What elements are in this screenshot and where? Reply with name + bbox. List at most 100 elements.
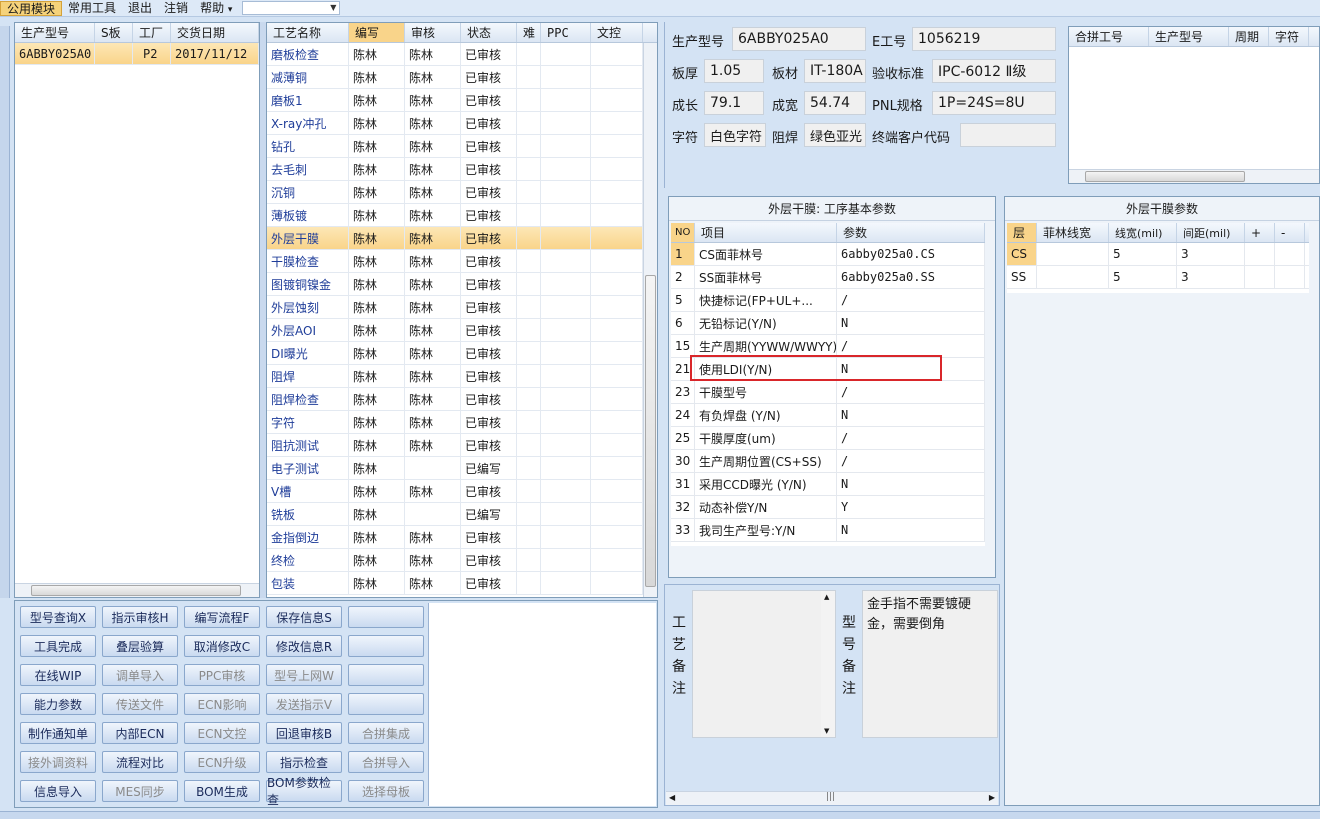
- col-header-no[interactable]: NO: [671, 223, 695, 242]
- action-button[interactable]: 取消修改C: [184, 635, 260, 657]
- menu-public-module[interactable]: 公用模块: [0, 0, 63, 16]
- col-header-process[interactable]: 工艺名称: [267, 23, 349, 42]
- table-row[interactable]: 薄板镀 陈林 陈林 已审核: [267, 204, 657, 227]
- process-note-textarea[interactable]: ▲ ▼: [692, 590, 836, 738]
- col-header-difficulty[interactable]: 难: [517, 23, 541, 42]
- col-header-plus[interactable]: +: [1245, 223, 1275, 242]
- vertical-scrollbar[interactable]: ▲ ▼: [821, 591, 835, 737]
- action-button[interactable]: PPC审核: [184, 664, 260, 686]
- field-acceptance-std[interactable]: IPC-6012 Ⅱ级: [932, 59, 1056, 83]
- menu-exit[interactable]: 退出: [122, 1, 158, 16]
- table-row[interactable]: CS 5 3: [1007, 243, 1309, 266]
- field-e-no[interactable]: 1056219: [912, 27, 1056, 51]
- menu-common-tools[interactable]: 常用工具: [62, 1, 122, 16]
- field-thickness[interactable]: 1.05: [704, 59, 764, 83]
- table-row[interactable]: 阻抗测试 陈林 陈林 已审核: [267, 434, 657, 457]
- action-button[interactable]: 接外调资料: [20, 751, 96, 773]
- action-button[interactable]: 指示审核H: [102, 606, 178, 628]
- col-header-param[interactable]: 参数: [837, 223, 985, 242]
- toolbar-combo[interactable]: ▼: [242, 1, 341, 15]
- action-button[interactable]: 能力参数: [20, 693, 96, 715]
- menu-logout[interactable]: 注销: [158, 1, 194, 16]
- table-row[interactable]: 32 动态补偿Y/N Y: [671, 496, 985, 519]
- table-row[interactable]: 外层干膜 陈林 陈林 已审核: [267, 227, 657, 250]
- action-button[interactable]: 选择母板: [348, 780, 424, 802]
- horizontal-scrollbar[interactable]: [15, 583, 259, 597]
- table-row[interactable]: 2 SS面菲林号 6abby025a0.SS: [671, 266, 985, 289]
- action-button[interactable]: 传送文件: [102, 693, 178, 715]
- action-button[interactable]: 回退审核B: [266, 722, 342, 744]
- action-button[interactable]: 编写流程F: [184, 606, 260, 628]
- action-button[interactable]: 调单导入: [102, 664, 178, 686]
- table-row[interactable]: 铣板 陈林 已编写: [267, 503, 657, 526]
- scroll-thumb[interactable]: [645, 275, 656, 587]
- col-header-merge-no[interactable]: 合拼工号: [1069, 27, 1149, 46]
- table-row[interactable]: SS 5 3: [1007, 266, 1309, 289]
- col-header-minus[interactable]: -: [1275, 223, 1305, 242]
- table-row[interactable]: 30 生产周期位置(CS+SS) /: [671, 450, 985, 473]
- table-row[interactable]: 25 干膜厚度(um) /: [671, 427, 985, 450]
- table-row[interactable]: 6 无铅标记(Y/N) N: [671, 312, 985, 335]
- action-button[interactable]: [348, 635, 424, 657]
- col-header-linewidth[interactable]: 线宽(mil): [1109, 223, 1177, 242]
- table-row[interactable]: 字符 陈林 陈林 已审核: [267, 411, 657, 434]
- field-solder-mask[interactable]: 绿色亚光: [804, 123, 866, 147]
- action-button[interactable]: BOM参数检查: [266, 776, 342, 807]
- action-button[interactable]: ECN升级: [184, 751, 260, 773]
- table-row[interactable]: 电子测试 陈林 已编写: [267, 457, 657, 480]
- model-note-textarea[interactable]: 金手指不需要镀硬金，需要倒角: [862, 590, 998, 738]
- action-button[interactable]: 型号上网W: [266, 664, 342, 686]
- col-header-s-board[interactable]: S板: [95, 23, 133, 42]
- action-button[interactable]: [348, 693, 424, 715]
- action-button[interactable]: 信息导入: [20, 780, 96, 802]
- table-row[interactable]: 金指倒边 陈林 陈林 已审核: [267, 526, 657, 549]
- col-header-layer[interactable]: 层: [1007, 223, 1037, 242]
- action-button[interactable]: 流程对比: [102, 751, 178, 773]
- action-button[interactable]: [348, 606, 424, 628]
- action-button[interactable]: MES同步: [102, 780, 178, 802]
- table-row[interactable]: 23 干膜型号 /: [671, 381, 985, 404]
- action-button[interactable]: 内部ECN: [102, 722, 178, 744]
- col-header-period[interactable]: 周期: [1229, 27, 1269, 46]
- action-button[interactable]: 在线WIP: [20, 664, 96, 686]
- action-button[interactable]: ECN文控: [184, 722, 260, 744]
- field-width[interactable]: 54.74: [804, 91, 866, 115]
- field-customer-code[interactable]: [960, 123, 1056, 147]
- table-row[interactable]: DI曝光 陈林 陈林 已审核: [267, 342, 657, 365]
- action-button[interactable]: 发送指示V: [266, 693, 342, 715]
- table-row[interactable]: 阻焊检查 陈林 陈林 已审核: [267, 388, 657, 411]
- action-button[interactable]: 保存信息S: [266, 606, 342, 628]
- scroll-thumb[interactable]: [1085, 171, 1245, 182]
- table-row[interactable]: V槽 陈林 陈林 已审核: [267, 480, 657, 503]
- action-button[interactable]: 型号查询X: [20, 606, 96, 628]
- col-header-merge-model[interactable]: 生产型号: [1149, 27, 1229, 46]
- col-header-ppc[interactable]: PPC: [541, 23, 591, 42]
- table-row[interactable]: 终检 陈林 陈林 已审核: [267, 549, 657, 572]
- action-button[interactable]: 合拼集成: [348, 722, 424, 744]
- action-button[interactable]: 修改信息R: [266, 635, 342, 657]
- col-header-char[interactable]: 字符: [1269, 27, 1309, 46]
- table-row[interactable]: 阻焊 陈林 陈林 已审核: [267, 365, 657, 388]
- col-header-model[interactable]: 生产型号: [15, 23, 95, 42]
- table-row[interactable]: 24 有负焊盘 (Y/N) N: [671, 404, 985, 427]
- table-row[interactable]: 磨板检查 陈林 陈林 已审核: [267, 43, 657, 66]
- col-header-status[interactable]: 状态: [461, 23, 517, 42]
- col-header-factory[interactable]: 工厂: [133, 23, 171, 42]
- action-button[interactable]: 叠层验算: [102, 635, 178, 657]
- table-row[interactable]: 33 我司生产型号:Y/N N: [671, 519, 985, 542]
- horizontal-scrollbar[interactable]: [1069, 169, 1319, 183]
- collapse-tab[interactable]: [0, 26, 10, 598]
- col-header-writer[interactable]: 编写: [349, 23, 405, 42]
- col-header-reviewer[interactable]: 审核: [405, 23, 461, 42]
- table-row[interactable]: 外层蚀刻 陈林 陈林 已审核: [267, 296, 657, 319]
- table-row[interactable]: 外层AOI 陈林 陈林 已审核: [267, 319, 657, 342]
- table-row[interactable]: 31 采用CCD曝光 (Y/N) N: [671, 473, 985, 496]
- col-header-delivery-date[interactable]: 交货日期: [171, 23, 259, 42]
- action-button[interactable]: 制作通知单: [20, 722, 96, 744]
- table-row[interactable]: 1 CS面菲林号 6abby025a0.CS: [671, 243, 985, 266]
- col-header-spacing[interactable]: 间距(mil): [1177, 223, 1245, 242]
- table-row[interactable]: 包装 陈林 陈林 已审核: [267, 572, 657, 595]
- field-character[interactable]: 白色字符: [704, 123, 766, 147]
- field-material[interactable]: IT-180A: [804, 59, 866, 83]
- table-row[interactable]: 5 快捷标记(FP+UL+... /: [671, 289, 985, 312]
